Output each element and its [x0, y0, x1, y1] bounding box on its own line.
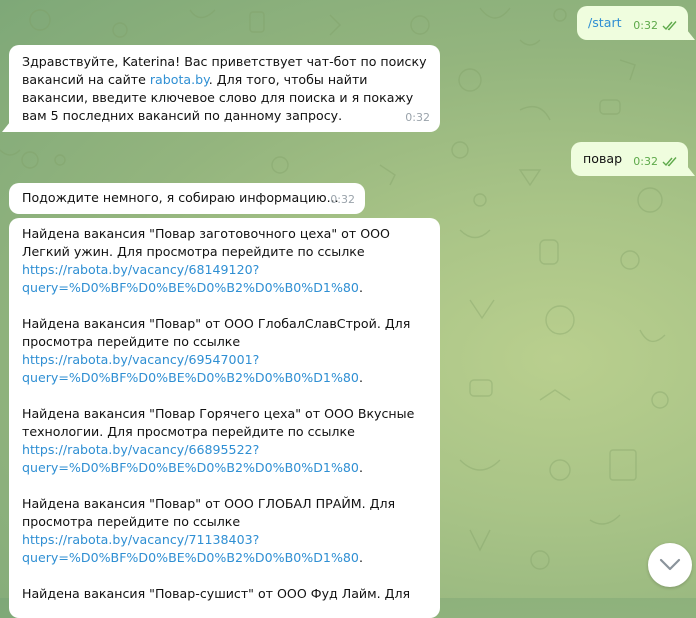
- vacancy-text: Найдена вакансия "Повар" от ООО ГЛОБАЛ П…: [22, 496, 396, 529]
- message-time: 0:32: [633, 155, 658, 168]
- message-time: 0:32: [633, 19, 658, 32]
- vacancy-item: Найдена вакансия "Повар-сушист" от ООО Ф…: [22, 585, 428, 603]
- incoming-message-greeting[interactable]: Здравствуйте, Katerina! Вас приветствует…: [9, 45, 440, 132]
- vacancy-link-query[interactable]: query=%D0%BF%D0%BE%D0%B2%D0%B0%D1%80: [22, 280, 359, 295]
- vacancy-link-query[interactable]: query=%D0%BF%D0%BE%D0%B2%D0%B0%D1%80: [22, 460, 359, 475]
- vacancy-text: Найдена вакансия "Повар-сушист" от ООО Ф…: [22, 586, 411, 601]
- message-link[interactable]: rabota.by: [150, 72, 209, 87]
- message-meta: 0:32: [633, 17, 678, 35]
- message-meta: 0:32: [633, 153, 678, 171]
- vacancy-link-query[interactable]: query=%D0%BF%D0%BE%D0%B2%D0%B0%D1%80: [22, 550, 359, 565]
- vacancy-link[interactable]: https://rabota.by/vacancy/71138403?: [22, 532, 259, 547]
- vacancy-text: Найдена вакансия "Повар заготовочного це…: [22, 226, 390, 259]
- message-text: повар: [583, 151, 623, 166]
- vacancy-link-query[interactable]: query=%D0%BF%D0%BE%D0%B2%D0%B0%D1%80: [22, 370, 359, 385]
- vacancy-link[interactable]: https://rabota.by/vacancy/68149120?: [22, 262, 259, 277]
- message-time: 0:32: [405, 111, 430, 124]
- incoming-message-results[interactable]: Найдена вакансия "Повар заготовочного це…: [9, 218, 440, 618]
- vacancy-link[interactable]: https://rabota.by/vacancy/69547001?: [22, 352, 259, 367]
- message-text: /start: [588, 15, 622, 30]
- message-text: Подождите немного, я собираю информацию.…: [22, 190, 339, 205]
- message-text: Здравствуйте, Katerina! Вас приветствует…: [22, 54, 427, 123]
- vacancy-text: Найдена вакансия "Повар Горячего цеха" о…: [22, 406, 415, 439]
- scroll-to-bottom-button[interactable]: [648, 543, 692, 587]
- vacancy-item: Найдена вакансия "Повар" от ООО ГлобалСл…: [22, 316, 411, 385]
- vacancy-link[interactable]: https://rabota.by/vacancy/66895522?: [22, 442, 259, 457]
- chevron-down-icon: [659, 558, 681, 571]
- double-check-icon: [662, 157, 677, 167]
- vacancy-text: Найдена вакансия "Повар" от ООО ГлобалСл…: [22, 316, 411, 349]
- outgoing-message-start[interactable]: /start 0:32: [577, 6, 688, 40]
- vacancy-item: Найдена вакансия "Повар заготовочного це…: [22, 226, 390, 295]
- incoming-message-wait[interactable]: Подождите немного, я собираю информацию.…: [9, 183, 365, 214]
- outgoing-message-query[interactable]: повар 0:32: [571, 142, 688, 176]
- vacancy-item: Найдена вакансия "Повар" от ООО ГЛОБАЛ П…: [22, 496, 396, 565]
- vacancy-item: Найдена вакансия "Повар Горячего цеха" о…: [22, 406, 415, 475]
- double-check-icon: [662, 21, 677, 31]
- message-time: 0:32: [330, 193, 355, 206]
